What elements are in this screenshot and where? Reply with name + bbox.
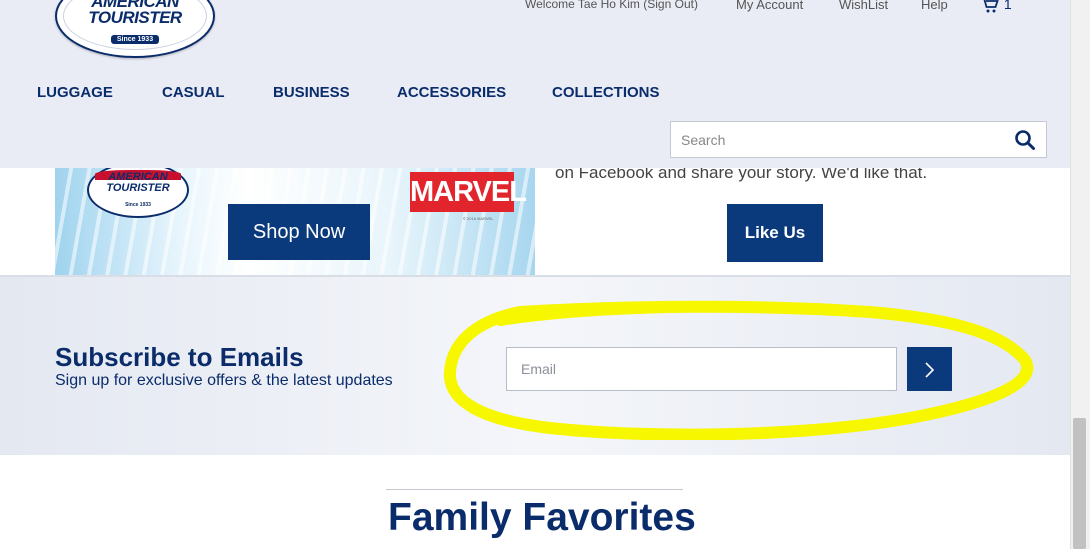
search-box <box>670 121 1047 158</box>
my-account-link[interactable]: My Account <box>736 0 803 12</box>
scrollbar-thumb[interactable] <box>1073 418 1086 549</box>
help-link[interactable]: Help <box>921 0 948 12</box>
banner-logo-brand: AMERICAN TOURISTER <box>89 172 187 194</box>
logo-brand: AMERICAN TOURISTER <box>57 0 213 26</box>
logo-since-text: Since 1933 <box>110 35 160 44</box>
site-header: AMERICAN TOURISTER Since 1933 Welcome Ta… <box>0 0 1070 168</box>
search-input[interactable] <box>671 122 1006 157</box>
banner-logo-since: Since 1933 <box>125 202 151 208</box>
section-title: Family Favorites <box>388 496 696 539</box>
subscribe-subtitle: Sign up for exclusive offers & the lates… <box>55 372 393 389</box>
like-us-button[interactable]: Like Us <box>727 204 823 262</box>
logo-brand-line2: TOURISTER <box>88 8 182 27</box>
marvel-logo: MARVEL <box>410 172 527 212</box>
wishlist-link[interactable]: WishList <box>839 0 888 12</box>
nav-casual[interactable]: CASUAL <box>162 84 225 101</box>
subscribe-section: Subscribe to Emails Sign up for exclusiv… <box>0 275 1070 455</box>
nav-collections[interactable]: COLLECTIONS <box>552 84 660 101</box>
nav-business[interactable]: BUSINESS <box>273 84 350 101</box>
section-divider <box>386 489 683 490</box>
logo-since: Since 1933 <box>57 35 213 44</box>
banner-logo-line2: TOURISTER <box>106 182 170 194</box>
cart-count: 1 <box>1003 0 1012 12</box>
cart-icon <box>980 0 1004 13</box>
subscribe-submit-button[interactable] <box>907 347 952 391</box>
email-field[interactable] <box>506 347 897 391</box>
search-icon[interactable] <box>1014 129 1036 151</box>
american-tourister-logo[interactable]: AMERICAN TOURISTER Since 1933 <box>55 0 215 58</box>
nav-accessories[interactable]: ACCESSORIES <box>397 84 506 101</box>
subscribe-title: Subscribe to Emails <box>55 342 304 372</box>
nav-luggage[interactable]: LUGGAGE <box>37 84 113 101</box>
welcome-signout-link[interactable]: Welcome Tae Ho Kim (Sign Out) <box>525 0 698 11</box>
cart-button[interactable]: 1 <box>980 0 1012 14</box>
shop-now-button[interactable]: Shop Now <box>228 204 370 260</box>
marvel-copyright: © 2016 MARVEL <box>463 216 494 221</box>
marvel-promo-banner[interactable]: AMERICAN TOURISTER Since 1933 MARVEL © 2… <box>55 168 535 275</box>
